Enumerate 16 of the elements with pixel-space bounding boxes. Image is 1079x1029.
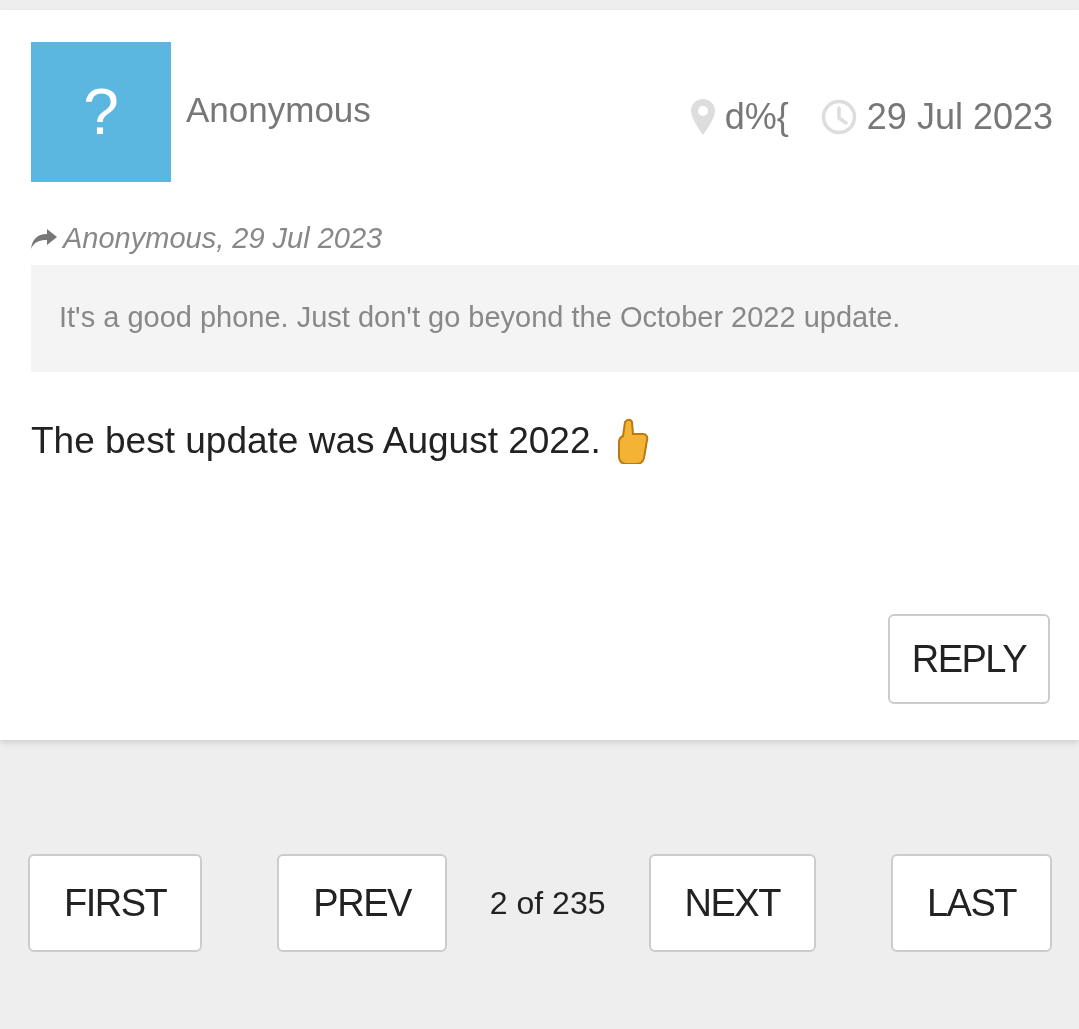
clock-icon (820, 99, 857, 135)
author-name: Anonymous (186, 90, 371, 130)
quote-attribution: Anonymous, 29 Jul 2023 (63, 222, 383, 255)
first-page-button[interactable]: FIRST (28, 854, 203, 952)
quote-text: It's a good phone. Just don't go beyond the October 2022 update. (31, 265, 1079, 372)
last-page-button[interactable]: LAST (890, 854, 1052, 952)
previous-page-button[interactable]: PREV (277, 854, 447, 952)
location-pin-icon (690, 99, 715, 135)
avatar: ? (31, 42, 171, 182)
post-body: The best update was August 2022. (31, 420, 601, 462)
post-date: 29 Jul 2023 (866, 96, 1053, 138)
reply-button[interactable]: REPLY (887, 614, 1050, 704)
share-arrow-icon (31, 228, 57, 249)
next-page-button[interactable]: NEXT (648, 854, 816, 952)
location-text: d%{ (724, 96, 789, 138)
page-indicator: 2 of 235 (489, 884, 606, 922)
